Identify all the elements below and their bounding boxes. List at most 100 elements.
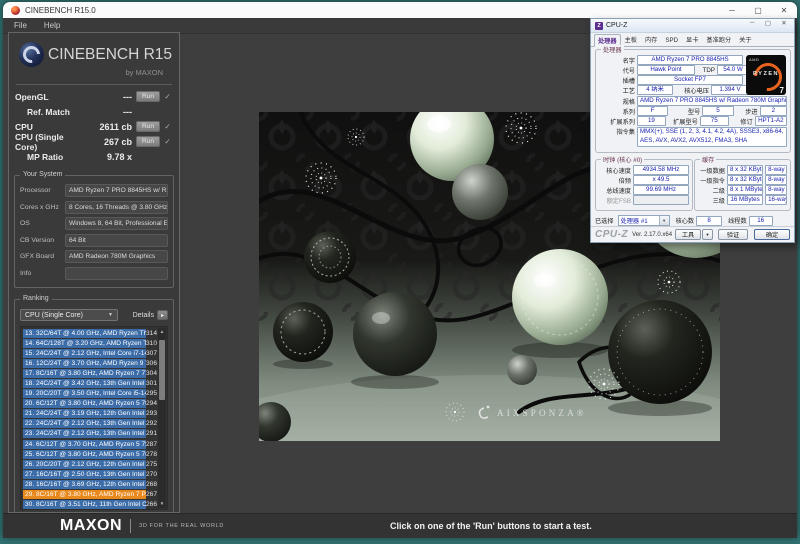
- l1d-way: 8-way: [765, 165, 787, 175]
- scroll-up-icon[interactable]: ▲: [158, 328, 166, 336]
- tab-memory[interactable]: 内存: [641, 33, 661, 46]
- spec-label: 规格: [599, 97, 637, 106]
- menu-help[interactable]: Help: [44, 21, 60, 30]
- info-value: [65, 267, 168, 280]
- menu-file[interactable]: File: [14, 21, 27, 30]
- maxon-logo: MAXON: [60, 517, 122, 535]
- ranking-title: Ranking: [20, 295, 52, 302]
- maximize-icon[interactable]: ▢: [745, 2, 771, 18]
- clocks-group: 时钟 (核心 #0) 核心速度4934.58 MHz 倍频x 49.5 总线速度…: [595, 159, 693, 211]
- processor-select[interactable]: 处理器 #1 ▼: [618, 215, 670, 226]
- ranking-row[interactable]: 16. 12C/24T @ 3.70 GHz, AMD Ryzen 9 7900…: [23, 358, 157, 368]
- maximize-icon[interactable]: ▢: [760, 19, 776, 32]
- cpuz-app-icon: Z: [595, 22, 603, 30]
- cpu-label: CPU: [15, 122, 33, 132]
- ranking-filter-value: CPU (Single Core): [25, 312, 83, 319]
- l3-way: 16-way: [765, 195, 787, 205]
- l2-way: 8-way: [765, 185, 787, 195]
- ranking-row[interactable]: 23. 24C/24T @ 2.12 GHz, 13th Gen Intel C…: [23, 429, 157, 439]
- ranking-row[interactable]: 25. 6C/12T @ 3.80 GHz, AMD Ryzen 5 7600 …: [23, 449, 157, 459]
- validate-button[interactable]: 验证: [718, 229, 748, 240]
- mp-ratio-row: MP Ratio 9.78 x: [9, 149, 179, 164]
- cpu-run-button[interactable]: Run: [136, 121, 160, 132]
- tab-spd[interactable]: SPD: [661, 35, 682, 46]
- divider: [130, 519, 131, 533]
- revision-value: HPT1-A2: [755, 116, 787, 126]
- family-label: 系列: [599, 107, 637, 116]
- cpu-single-check-icon[interactable]: ✓: [162, 137, 173, 146]
- cb-version-value: 64 Bit: [65, 234, 168, 247]
- tools-button[interactable]: 工具: [675, 229, 701, 240]
- ranking-row[interactable]: 18. 24C/24T @ 3.42 GHz, 13th Gen Intel C…: [23, 378, 157, 388]
- ext-family-value: 19: [637, 116, 666, 126]
- left-panel: CINEBENCH R15 by MAXON OpenGL --- Run ✓ …: [8, 32, 180, 513]
- cpu-single-row: CPU (Single Core) 267 cb Run ✓: [9, 134, 179, 149]
- ranking-group: Ranking CPU (Single Core) ▼ Details ▸ 13…: [14, 299, 174, 513]
- cache-group: 缓存 一级数据8 x 32 KBytes8-way 一级指令8 x 32 KBy…: [694, 159, 791, 211]
- cpuz-window-controls: ─ ▢ ✕: [744, 19, 792, 32]
- maxon-tagline: 3D FOR THE REAL WORLD: [139, 523, 224, 529]
- minimize-icon[interactable]: ─: [719, 2, 745, 18]
- your-system-group: Your System ProcessorAMD Ryzen 7 PRO 884…: [14, 175, 174, 288]
- tab-bench[interactable]: 基准跑分: [702, 33, 735, 46]
- tools-caret-button[interactable]: ▼: [702, 229, 713, 240]
- cache-group-title: 缓存: [700, 155, 716, 164]
- amd-logo: AMD: [749, 57, 759, 62]
- tab-about[interactable]: 关于: [735, 33, 755, 46]
- status-message: Click on one of the 'Run' buttons to sta…: [390, 521, 592, 531]
- ranking-row[interactable]: 27. 16C/16T @ 2.50 GHz, 13th Gen Intel C…: [23, 469, 157, 479]
- family-value: F: [637, 106, 668, 116]
- l2-label: 二级: [698, 186, 727, 195]
- opengl-value: ---: [86, 92, 132, 102]
- ok-button[interactable]: 确定: [754, 229, 790, 240]
- ranking-row[interactable]: 30. 8C/16T @ 3.51 GHz, 11th Gen Intel Co…: [23, 500, 157, 510]
- gfx-value: AMD Radeon 780M Graphics: [65, 250, 168, 263]
- bottom-bar: MAXON 3D FOR THE REAL WORLD Click on one…: [3, 513, 797, 538]
- details-button[interactable]: ▸: [157, 310, 168, 320]
- l3-label: 三级: [698, 196, 727, 205]
- instructions-label: 指令集: [599, 127, 637, 136]
- cinebench-logo: CINEBENCH R15: [9, 33, 179, 67]
- opengl-row: OpenGL --- Run ✓: [9, 89, 179, 104]
- ranking-row[interactable]: 28. 16C/16T @ 3.69 GHz, 12th Gen Intel C…: [23, 479, 157, 489]
- cpu-single-run-button[interactable]: Run: [136, 136, 160, 147]
- ranking-row[interactable]: 20. 6C/12T @ 3.80 GHz, AMD Ryzen 5 7600 …: [23, 399, 157, 409]
- rated-fsb-value: [633, 195, 689, 205]
- close-icon[interactable]: ✕: [776, 19, 792, 32]
- ranking-row[interactable]: 21. 24C/24T @ 3.19 GHz, 12th Gen Intel C…: [23, 409, 157, 419]
- scroll-down-icon[interactable]: ▼: [158, 500, 166, 508]
- processor-group-title: 处理器: [601, 45, 624, 54]
- ranking-row[interactable]: 26. 20C/20T @ 2.12 GHz, 12th Gen Intel C…: [23, 459, 157, 469]
- cores-label: Cores x GHz: [20, 204, 65, 211]
- ranking-filter-select[interactable]: CPU (Single Core) ▼: [20, 309, 118, 321]
- details-arrow-icon: ▸: [161, 312, 164, 319]
- cinebench-titlebar: CINEBENCH R15.0 ─ ▢ ✕: [3, 2, 797, 18]
- opengl-run-button[interactable]: Run: [136, 91, 160, 102]
- scrollbar-thumb[interactable]: [159, 340, 165, 400]
- ranking-row[interactable]: 15. 24C/24T @ 2.12 GHz, Intel Core i7-14…: [23, 348, 157, 358]
- model-value: 5: [702, 106, 733, 116]
- ranking-row-your-score[interactable]: 29. 8C/16T @ 3.80 GHz, AMD Ryzen 7 PRO 8…: [23, 490, 157, 500]
- ranking-row[interactable]: 13. 32C/64T @ 4.00 GHz, AMD Ryzen Thread…: [23, 328, 157, 338]
- core-speed-label: 核心速度: [599, 166, 633, 175]
- opengl-check-icon[interactable]: ✓: [162, 92, 173, 101]
- instructions-value: MMX(+), SSE (1, 2, 3, 4.1, 4.2, 4A), SSS…: [637, 127, 787, 147]
- ranking-row[interactable]: 19. 20C/20T @ 3.50 GHz, Intel Core i5-14…: [23, 389, 157, 399]
- ranking-row[interactable]: 17. 8C/16T @ 3.80 GHz, AMD Ryzen 7 7700 …: [23, 368, 157, 378]
- tab-graphics[interactable]: 显卡: [682, 33, 702, 46]
- cores-value: 8 Cores, 16 Threads @ 3.80 GHz: [65, 201, 168, 214]
- ranking-scrollbar[interactable]: ▲ ▼: [158, 328, 166, 508]
- processor-group: 处理器 名字AMD Ryzen 7 PRO 8845HS 代号Hawk Poin…: [595, 49, 791, 153]
- tab-mainboard[interactable]: 主板: [621, 33, 641, 46]
- ranking-row[interactable]: 24. 6C/12T @ 3.70 GHz, AMD Ryzen 5 7500F…: [23, 439, 157, 449]
- bus-speed-label: 总线速度: [599, 186, 633, 195]
- selection-row: 已选择 处理器 #1 ▼ 核心数 8 线程数 16: [595, 215, 790, 226]
- ranking-row[interactable]: 22. 24C/24T @ 2.12 GHz, 13th Gen Intel C…: [23, 419, 157, 429]
- chevron-down-icon: ▼: [108, 312, 113, 318]
- close-icon[interactable]: ✕: [771, 2, 797, 18]
- ranking-row[interactable]: 14. 64C/128T @ 3.20 GHz, AMD Ryzen Threa…: [23, 338, 157, 348]
- minimize-icon[interactable]: ─: [744, 19, 760, 32]
- cores-count-value: 8: [696, 216, 722, 226]
- l1d-size: 8 x 32 KBytes: [727, 165, 763, 175]
- cpu-check-icon[interactable]: ✓: [162, 122, 173, 131]
